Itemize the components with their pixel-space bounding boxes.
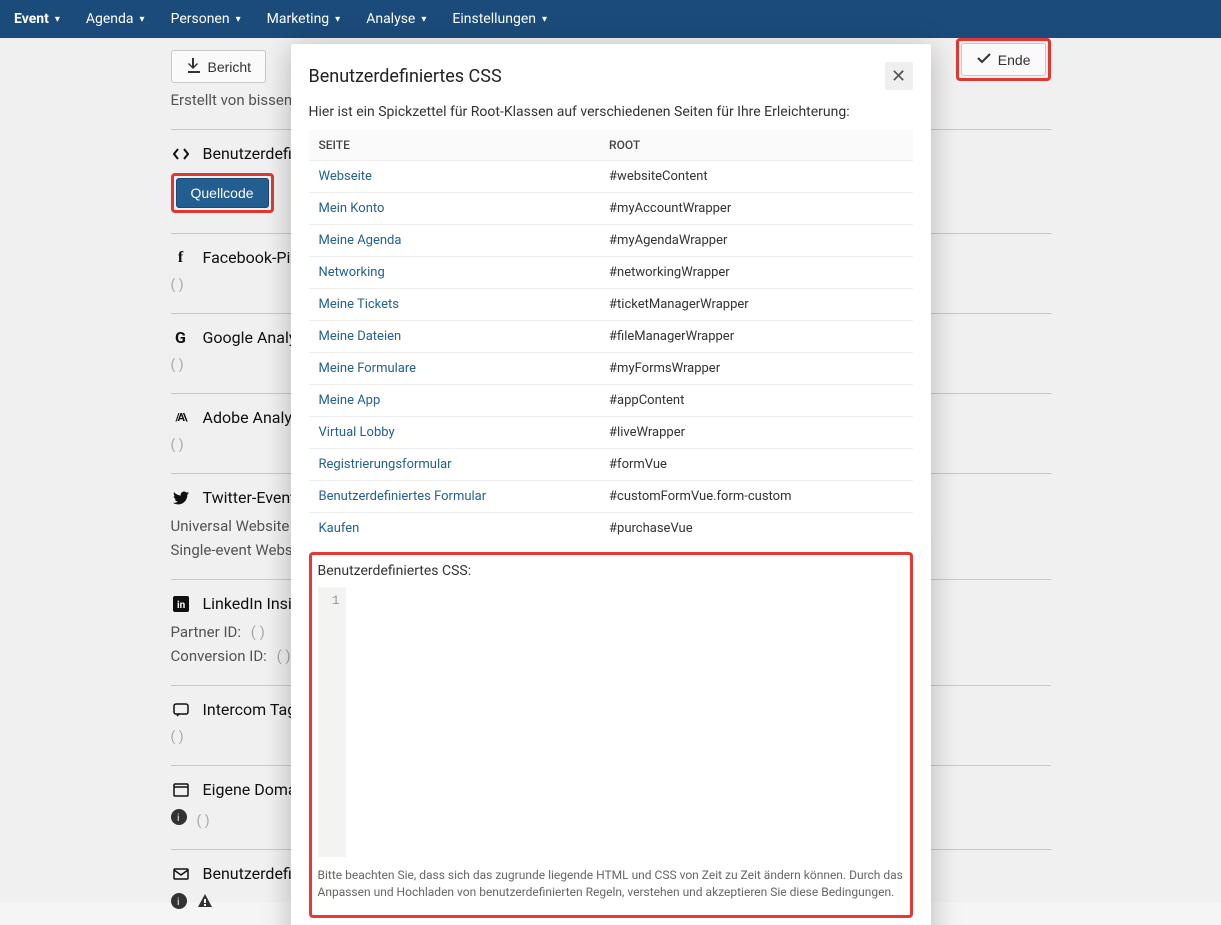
twitter-icon — [171, 490, 191, 506]
nav-marketing[interactable]: Marketing▾ — [267, 11, 341, 27]
col-page: SEITE — [309, 130, 600, 161]
ende-label: Ende — [998, 52, 1031, 68]
section-intercom-title: Intercom Tag I — [203, 700, 305, 719]
css-modal: Benutzerdefiniertes CSS ✕ Hier ist ein S… — [291, 44, 931, 925]
table-row: Meine Formulare #myFormsWrapper — [309, 353, 913, 385]
chevron-down-icon: ▾ — [335, 14, 340, 25]
close-icon: ✕ — [891, 66, 906, 87]
chat-icon — [171, 702, 191, 718]
ende-highlight: Ende — [956, 38, 1051, 81]
table-row: Mein Konto #myAccountWrapper — [309, 193, 913, 225]
root-selector: #appContent — [599, 385, 912, 417]
page-link[interactable]: Kaufen — [319, 521, 360, 536]
svg-text:i: i — [177, 897, 179, 908]
root-selector: #purchaseVue — [599, 513, 912, 545]
root-selector: #myFormsWrapper — [599, 353, 912, 385]
page-link[interactable]: Meine Tickets — [319, 297, 400, 312]
root-selector: #liveWrapper — [599, 417, 912, 449]
check-icon — [976, 50, 992, 69]
table-row: Virtual Lobby #liveWrapper — [309, 417, 913, 449]
page-link[interactable]: Virtual Lobby — [319, 425, 395, 440]
root-selector: #myAgendaWrapper — [599, 225, 912, 257]
table-row: Webseite #websiteContent — [309, 161, 913, 193]
code-icon — [171, 146, 191, 162]
google-icon: G — [171, 328, 191, 347]
root-selector: #myAccountWrapper — [599, 193, 912, 225]
adobe-icon: /A\ — [171, 411, 191, 424]
chevron-down-icon: ▾ — [55, 14, 60, 25]
info-icon: i — [171, 809, 187, 829]
empty-value: ( ) — [197, 813, 210, 829]
page-link[interactable]: Webseite — [319, 169, 372, 184]
editor-code[interactable] — [346, 587, 904, 857]
page-link[interactable]: Mein Konto — [319, 201, 385, 216]
nav-personen[interactable]: Personen▾ — [171, 11, 241, 27]
bericht-label: Bericht — [208, 59, 252, 75]
css-editor[interactable]: 1 — [318, 587, 904, 857]
ende-button[interactable]: Ende — [961, 43, 1046, 76]
section-css-title: Benutzerdefini — [203, 144, 305, 163]
chevron-down-icon: ▾ — [140, 14, 145, 25]
editor-label: Benutzerdefiniertes CSS: — [318, 563, 904, 579]
page-link[interactable]: Meine Dateien — [319, 329, 402, 344]
editor-highlight: Benutzerdefiniertes CSS: 1 Bitte beachte… — [309, 552, 913, 918]
table-row: Meine App #appContent — [309, 385, 913, 417]
bericht-button[interactable]: Bericht — [171, 50, 267, 83]
section-mail-title: Benutzerdefin — [203, 864, 301, 883]
root-selector: #fileManagerWrapper — [599, 321, 912, 353]
table-row: Meine Agenda #myAgendaWrapper — [309, 225, 913, 257]
editor-note: Bitte beachten Sie, dass sich das zugrun… — [318, 857, 904, 905]
table-row: Meine Dateien #fileManagerWrapper — [309, 321, 913, 353]
section-ga-title: Google Analys — [203, 328, 305, 347]
root-selector: #customFormVue.form-custom — [599, 481, 912, 513]
page-link[interactable]: Networking — [319, 265, 385, 280]
download-icon — [186, 57, 202, 76]
quellcode-button[interactable]: Quellcode — [176, 178, 269, 208]
nav-event[interactable]: Event▾ — [14, 11, 60, 27]
modal-title: Benutzerdefiniertes CSS — [309, 66, 502, 87]
nav-einstellungen[interactable]: Einstellungen▾ — [452, 11, 547, 27]
quellcode-label: Quellcode — [191, 185, 254, 201]
top-nav: Event▾ Agenda▾ Personen▾ Marketing▾ Anal… — [0, 0, 1221, 38]
close-button[interactable]: ✕ — [885, 62, 913, 90]
root-selector: #formVue — [599, 449, 912, 481]
root-selector: #ticketManagerWrapper — [599, 289, 912, 321]
warning-icon — [197, 893, 213, 913]
window-icon — [171, 782, 191, 798]
mail-icon — [171, 866, 191, 882]
modal-hint: Hier ist ein Spickzettel für Root-Klasse… — [291, 90, 931, 130]
page-link[interactable]: Meine App — [319, 393, 381, 408]
col-root: ROOT — [599, 130, 912, 161]
chevron-down-icon: ▾ — [421, 14, 426, 25]
page-link[interactable]: Benutzerdefiniertes Formular — [319, 489, 487, 504]
linkedin-icon: in — [171, 596, 191, 612]
chevron-down-icon: ▾ — [236, 14, 241, 25]
table-row: Kaufen #purchaseVue — [309, 513, 913, 545]
table-row: Networking #networkingWrapper — [309, 257, 913, 289]
section-twitter-title: Twitter-Event — [203, 488, 296, 507]
table-row: Benutzerdefiniertes Formular #customFormV… — [309, 481, 913, 513]
root-selector: #networkingWrapper — [599, 257, 912, 289]
page-link[interactable]: Meine Agenda — [319, 233, 402, 248]
nav-analyse[interactable]: Analyse▾ — [366, 11, 426, 27]
svg-text:i: i — [177, 813, 179, 824]
root-classes-table: SEITE ROOT Webseite#websiteContentMein K… — [309, 130, 913, 544]
quellcode-highlight: Quellcode — [171, 173, 274, 213]
editor-gutter: 1 — [318, 587, 346, 857]
table-row: Registrierungsformular #formVue — [309, 449, 913, 481]
table-row: Meine Tickets #ticketManagerWrapper — [309, 289, 913, 321]
info-icon: i — [171, 893, 187, 913]
facebook-icon: f — [171, 249, 191, 267]
nav-agenda[interactable]: Agenda▾ — [86, 11, 145, 27]
chevron-down-icon: ▾ — [542, 14, 547, 25]
page-link[interactable]: Meine Formulare — [319, 361, 417, 376]
svg-text:in: in — [177, 600, 186, 611]
root-selector: #websiteContent — [599, 161, 912, 193]
page-link[interactable]: Registrierungsformular — [319, 457, 452, 472]
